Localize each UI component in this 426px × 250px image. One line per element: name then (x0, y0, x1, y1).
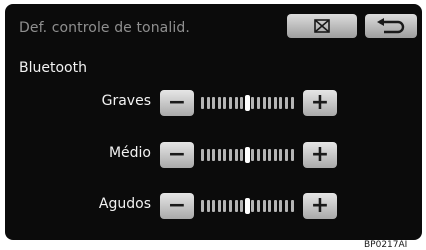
level-tick (251, 97, 255, 109)
medio-minus-button[interactable]: − (160, 142, 194, 168)
level-tick (257, 149, 260, 161)
level-tick (285, 200, 288, 212)
tone-settings-screen: Def. controle de tonalid. Bluetooth Grav… (5, 4, 422, 240)
level-tick (262, 149, 266, 161)
level-tick (223, 200, 227, 212)
tone-label: Agudos (98, 196, 151, 212)
graves-plus-button[interactable]: + (303, 90, 337, 116)
level-tick (273, 97, 277, 109)
level-tick (273, 200, 277, 212)
level-tick (279, 149, 283, 161)
level-tick (251, 200, 255, 212)
level-tick (234, 149, 238, 161)
level-tick (234, 97, 238, 109)
tone-row-graves: Graves − + (5, 90, 422, 116)
minus-icon: − (167, 90, 187, 115)
level-tick (290, 149, 294, 161)
level-indicator-knob (244, 95, 250, 111)
level-tick (201, 200, 204, 212)
level-tick (290, 200, 294, 212)
level-tick (212, 97, 216, 109)
agudos-level-meter (201, 198, 296, 214)
level-tick (240, 149, 244, 161)
close-button[interactable] (287, 14, 357, 38)
level-tick (201, 149, 204, 161)
level-tick (217, 200, 221, 212)
level-tick (229, 200, 232, 212)
tone-row-medio: Médio − + (5, 142, 422, 168)
level-tick (285, 97, 288, 109)
level-tick (212, 200, 216, 212)
level-tick (240, 97, 244, 109)
level-tick (229, 97, 232, 109)
level-indicator-knob (244, 198, 250, 214)
level-tick (251, 149, 255, 161)
level-tick (268, 200, 272, 212)
level-tick (273, 149, 277, 161)
level-tick (234, 200, 238, 212)
level-tick (257, 200, 260, 212)
agudos-plus-button[interactable]: + (303, 193, 337, 219)
level-tick (268, 149, 272, 161)
level-tick (268, 97, 272, 109)
level-tick (206, 97, 210, 109)
level-tick (257, 97, 260, 109)
minus-icon: − (167, 193, 187, 218)
plus-icon: + (310, 193, 330, 218)
graves-level-meter (201, 95, 296, 111)
agudos-minus-button[interactable]: − (160, 193, 194, 219)
level-tick (206, 149, 210, 161)
level-tick (217, 97, 221, 109)
minus-icon: − (167, 142, 187, 167)
level-tick (262, 97, 266, 109)
level-tick (223, 149, 227, 161)
level-tick (201, 97, 204, 109)
tone-label: Médio (108, 145, 151, 161)
medio-level-meter (201, 147, 296, 163)
level-tick (279, 200, 283, 212)
plus-icon: + (310, 142, 330, 167)
level-tick (206, 200, 210, 212)
medio-plus-button[interactable]: + (303, 142, 337, 168)
tone-label: Graves (101, 93, 151, 109)
level-tick (262, 200, 266, 212)
graves-minus-button[interactable]: − (160, 90, 194, 116)
plus-icon: + (310, 90, 330, 115)
level-tick (212, 149, 216, 161)
level-tick (229, 149, 232, 161)
level-tick (223, 97, 227, 109)
tone-row-agudos: Agudos − + (5, 193, 422, 219)
return-arrow-icon (377, 18, 405, 34)
level-tick (290, 97, 294, 109)
level-indicator-knob (244, 147, 250, 163)
close-box-icon (314, 19, 330, 33)
level-tick (217, 149, 221, 161)
level-tick (285, 149, 288, 161)
section-label: Bluetooth (19, 60, 87, 76)
level-tick (240, 200, 244, 212)
back-button[interactable] (365, 14, 417, 38)
level-tick (279, 97, 283, 109)
screen-title: Def. controle de tonalid. (19, 20, 190, 36)
